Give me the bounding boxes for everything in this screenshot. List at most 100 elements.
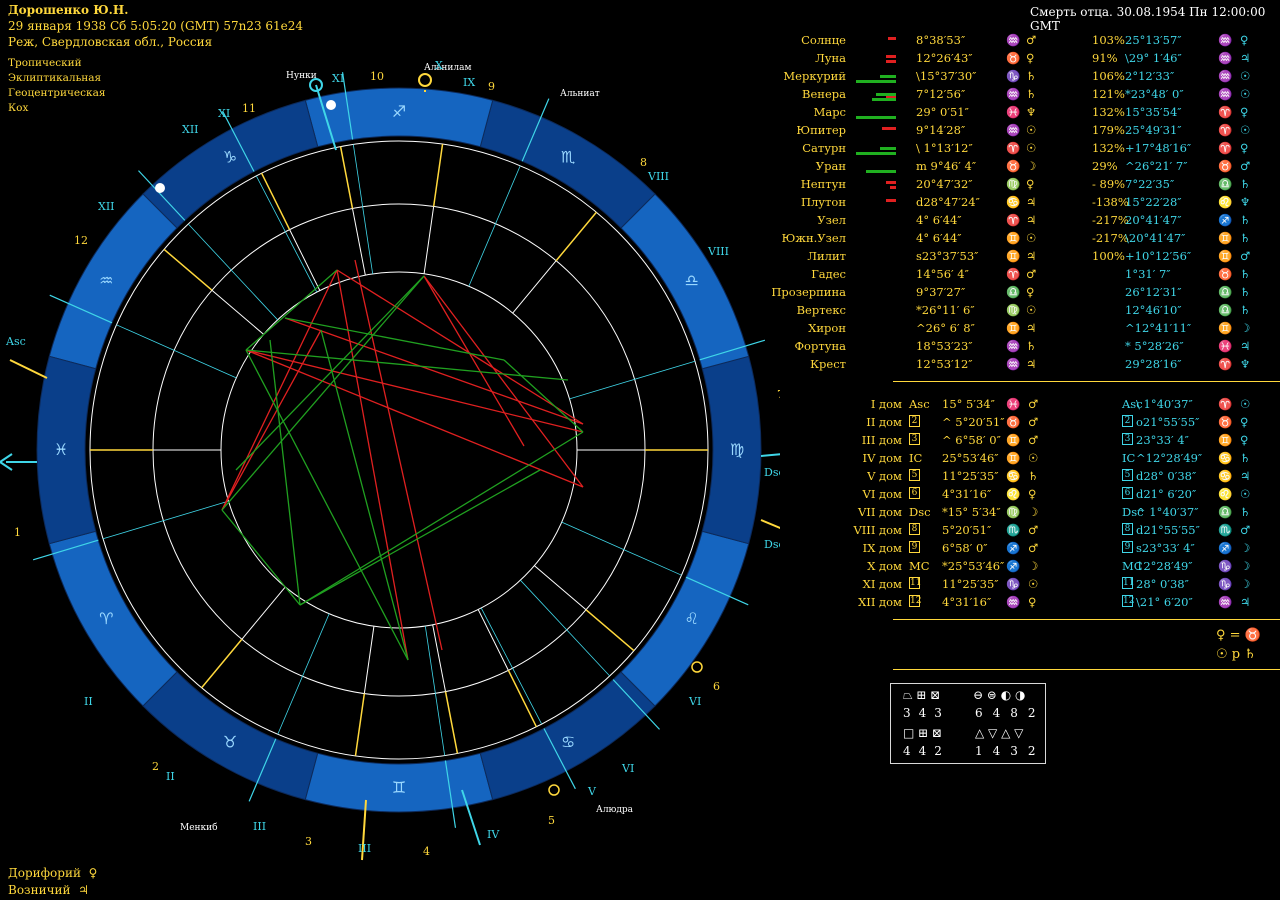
house-t_sign: ♎ <box>1218 505 1233 519</box>
planet-sign: ♈ <box>1006 267 1021 281</box>
aspect-line-red[interactable] <box>221 269 338 511</box>
house-name: I дом <box>870 397 902 411</box>
planet-name: Венера <box>802 87 846 101</box>
zodiac-sign-icon: ♑ <box>223 147 237 166</box>
aspect-line-red[interactable] <box>245 349 584 433</box>
zodiac-sign-icon: ♐ <box>392 102 406 121</box>
planet-ruler: ♆ <box>1026 105 1037 119</box>
aspect-line-green[interactable] <box>299 469 541 606</box>
house-t_deg: o21°55′55″ <box>1136 415 1200 429</box>
house-system: Кох <box>8 102 29 114</box>
planet-deg: \ 1°13′12″ <box>916 141 973 155</box>
planet-name: Гадес <box>811 267 846 281</box>
aspect-line-green[interactable] <box>245 349 409 661</box>
asc-label: Asc <box>5 335 26 348</box>
planet-name: Плутон <box>800 195 846 209</box>
planet-sign: ♎ <box>1006 285 1021 299</box>
house-t_sign: ♉ <box>1218 415 1233 429</box>
planet-ruler: ♄ <box>1026 87 1037 101</box>
aspect-line-green[interactable] <box>221 509 301 606</box>
house-cusp-line <box>444 691 459 754</box>
house-r: ♂ <box>1028 523 1039 537</box>
house-r: ♀ <box>1028 595 1037 609</box>
house-t_sign: ♐ <box>1218 541 1233 555</box>
house-t_deg: 12°28′49″ <box>1136 559 1193 573</box>
planet-name: Южн.Узел <box>781 231 846 245</box>
planet-name: Лилит <box>807 249 846 263</box>
house-t_r: ♄ <box>1240 451 1251 465</box>
planet-deg: ^26° 6′ 8″ <box>916 321 975 335</box>
legend-row1-b: 6482 <box>975 706 1046 720</box>
aspect-line-green[interactable] <box>245 349 569 381</box>
legend-row2-b: 1432 <box>975 744 1046 758</box>
house-sign: ♐ <box>1006 541 1021 555</box>
natal-chart-wheel[interactable]: ♈♉♊♋♌♍♎♏♐♑♒♓101112123456789AscDscDscНунк… <box>0 0 780 900</box>
planet-sign: ♑ <box>1006 69 1021 83</box>
planet-t_deg: 20°41′47″ <box>1125 213 1182 227</box>
aspect-line-green[interactable] <box>299 431 584 606</box>
strength-bar-green <box>856 116 896 119</box>
planet-t_deg: 12°46′10″ <box>1125 303 1182 317</box>
house-deg: 15° 5′34″ <box>942 397 995 411</box>
house-t_code: 2 <box>1122 415 1133 427</box>
planet-name: Узел <box>817 213 846 227</box>
house-t_sign: ♑ <box>1218 577 1233 591</box>
planet-t_r: ♄ <box>1240 285 1251 299</box>
planet-deg: m 9°46′ 4″ <box>916 159 977 173</box>
aspect-line-red[interactable] <box>423 275 525 447</box>
house-deg: 11°25′35″ <box>942 577 999 591</box>
house-cusp-line <box>339 146 354 209</box>
house-t_deg: 28° 0′38″ <box>1136 577 1189 591</box>
house-r: ☽ <box>1028 505 1039 519</box>
planet-t_sign: ♎ <box>1218 303 1233 317</box>
planet-t_r: ♀ <box>1240 105 1249 119</box>
aspect-line-red[interactable] <box>354 259 443 651</box>
house-r: ♄ <box>1028 469 1039 483</box>
house-t_code: 5 <box>1122 469 1133 481</box>
planet-t_deg: 26°12′31″ <box>1125 285 1182 299</box>
planet-p: -138% <box>1092 195 1129 209</box>
house-t_r: ♀ <box>1240 415 1249 429</box>
planet-ruler: ☉ <box>1026 141 1037 155</box>
house-number: 10 <box>370 70 384 83</box>
house-t_r: ☽ <box>1240 559 1251 573</box>
planet-deg: d28°47′24″ <box>916 195 980 209</box>
planet-t_sign: ♈ <box>1218 123 1233 137</box>
planet-p: 179% <box>1092 123 1125 137</box>
mc-circle-icon <box>418 73 432 87</box>
planet-deg: 8°38′53″ <box>916 33 966 47</box>
planet-p: 132% <box>1092 105 1125 119</box>
aspect-line-green[interactable] <box>503 359 584 433</box>
aspect-line-red[interactable] <box>245 349 584 488</box>
planet-deg: 20°47′32″ <box>916 177 973 191</box>
transit-cusp-line <box>424 625 446 756</box>
aspect-line-green[interactable] <box>221 275 425 511</box>
planet-deg: 4° 6′44″ <box>916 213 962 227</box>
house-name: VII дом <box>858 505 902 519</box>
house-deg: 4°31′16″ <box>942 595 992 609</box>
planet-t_r: ♂ <box>1240 249 1251 263</box>
planet-t_sign: ♊ <box>1218 321 1233 335</box>
house-r: ☉ <box>1028 451 1039 465</box>
house-t_deg: d21° 6′20″ <box>1136 487 1197 501</box>
house-number: 2 <box>152 760 159 773</box>
strength-bar-green <box>856 152 896 155</box>
house-name: V дом <box>867 469 902 483</box>
planet-sign: ♈ <box>1006 141 1021 155</box>
strength-bar-green <box>872 98 896 101</box>
house-t_sign: ♋ <box>1218 469 1233 483</box>
planet-t_sign: ♈ <box>1218 357 1233 371</box>
house-t_code: 9 <box>1122 541 1133 553</box>
house-t_r: ☽ <box>1240 577 1251 591</box>
planet-name: Уран <box>815 159 846 173</box>
roman-house-label: VI <box>621 762 634 775</box>
house-deg: 25°53′46″ <box>942 451 999 465</box>
house-t_sign: ♈ <box>1218 397 1233 411</box>
planet-t_deg: \20°41′47″ <box>1125 231 1186 245</box>
extra-aspect-1: ♀ = ♉ <box>1216 628 1261 643</box>
planet-t_deg: *23°48′ 0″ <box>1125 87 1184 101</box>
planet-deg: 18°53′23″ <box>916 339 973 353</box>
planet-t_r: ♃ <box>1240 339 1251 353</box>
strength-bar-red <box>886 60 896 63</box>
house-r: ♂ <box>1028 433 1039 447</box>
